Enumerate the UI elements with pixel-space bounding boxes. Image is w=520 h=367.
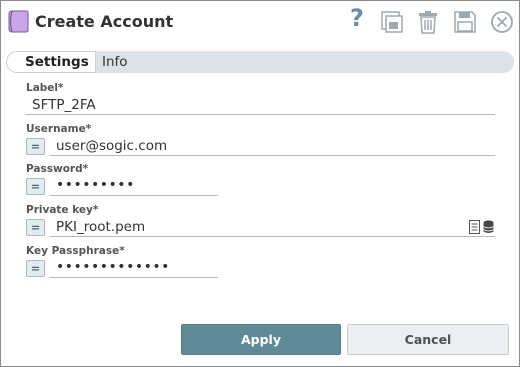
- cancel-button[interactable]: Cancel: [347, 324, 509, 355]
- private-key-expression-button[interactable]: =: [26, 219, 45, 236]
- tab-info[interactable]: Info: [102, 51, 128, 73]
- key-passphrase-expression-button[interactable]: =: [26, 260, 45, 277]
- copy-icon[interactable]: [380, 10, 404, 34]
- save-icon[interactable]: [454, 10, 476, 34]
- trash-icon[interactable]: [417, 10, 439, 34]
- private-key-field-label: Private key*: [26, 204, 99, 216]
- username-expression-button[interactable]: =: [26, 138, 45, 155]
- close-icon[interactable]: [490, 10, 514, 34]
- password-expression-button[interactable]: =: [26, 178, 45, 195]
- password-field-label: Password*: [26, 163, 89, 175]
- tab-bar: Settings Info: [6, 51, 514, 73]
- private-key-input[interactable]: PKI_root.pem: [50, 218, 495, 237]
- label-input[interactable]: SFTP_2FA: [26, 96, 495, 115]
- key-passphrase-input[interactable]: •••••••••••••: [50, 259, 218, 278]
- file-browse-icon[interactable]: [469, 220, 480, 234]
- apply-button[interactable]: Apply: [181, 324, 341, 355]
- label-field-label: Label*: [26, 82, 64, 94]
- private-key-actions: [469, 220, 495, 234]
- dialog-header: Create Account ?: [1, 1, 519, 43]
- help-icon[interactable]: ?: [347, 4, 367, 32]
- dialog-title: Create Account: [35, 12, 174, 31]
- key-passphrase-field-label: Key Passphrase*: [26, 245, 125, 257]
- database-icon[interactable]: [483, 220, 494, 234]
- create-account-dialog: Create Account ? Settings Info Label* SF…: [0, 0, 520, 367]
- password-input[interactable]: •••••••••: [50, 177, 218, 196]
- app-logo-icon: [8, 10, 29, 33]
- tab-settings[interactable]: Settings: [6, 51, 96, 73]
- username-input[interactable]: user@sogic.com: [50, 137, 495, 156]
- username-field-label: Username*: [26, 123, 92, 135]
